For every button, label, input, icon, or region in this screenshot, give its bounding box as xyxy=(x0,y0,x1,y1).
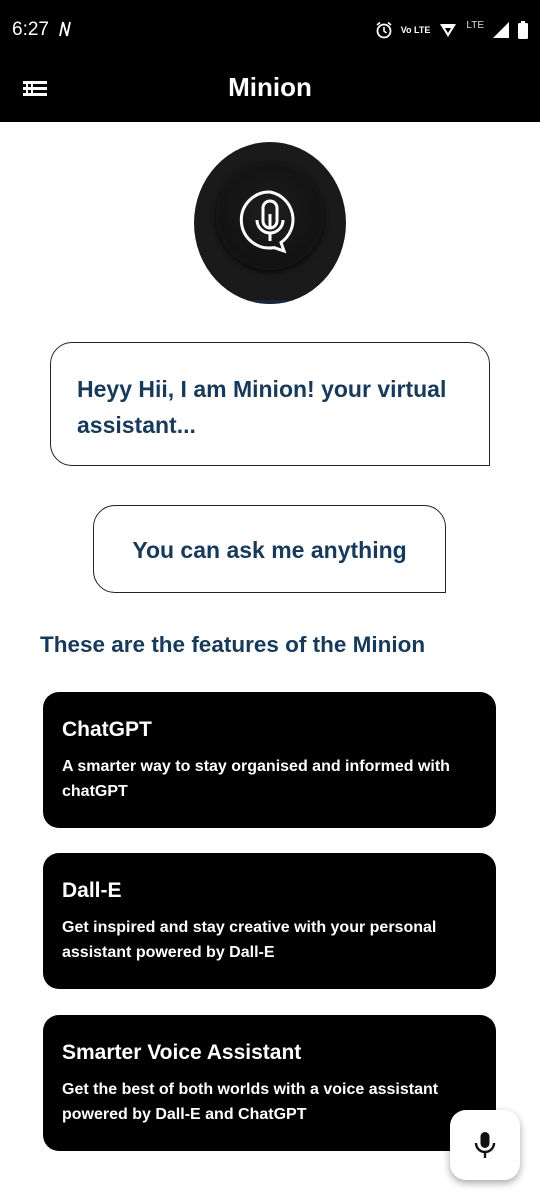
signal-icon xyxy=(493,22,509,38)
feature-card-description: Get inspired and stay creative with your… xyxy=(62,919,437,961)
avatar-glow xyxy=(234,300,304,304)
notification-n-icon xyxy=(59,21,71,37)
microphone-icon xyxy=(474,1132,496,1158)
feature-card-title: ChatGPT xyxy=(62,718,152,741)
features-heading: These are the features of the Minion xyxy=(40,632,426,657)
volte-badge: Vo LTE xyxy=(400,25,431,35)
alarm-icon xyxy=(376,21,392,39)
feature-card-description: A smarter way to stay organised and info… xyxy=(62,758,450,800)
feature-card-chatgpt[interactable]: ChatGPT A smarter way to stay organised … xyxy=(43,692,496,828)
assistant-avatar xyxy=(194,142,346,304)
status-time: 6:27 xyxy=(12,19,49,40)
feature-card-title: Dall-E xyxy=(62,879,122,902)
app-title: Minion xyxy=(228,72,312,102)
feature-card-smarter-voice-assistant[interactable]: Smarter Voice Assistant Get the best of … xyxy=(43,1015,496,1151)
microphone-chat-icon xyxy=(239,190,295,254)
greeting-bubble: Heyy Hii, I am Minion! your virtual assi… xyxy=(50,342,490,466)
status-bar: 6:27 Vo LTE LTE xyxy=(0,0,540,60)
app-bar: Minion xyxy=(0,60,540,122)
network-type: LTE xyxy=(466,19,484,31)
status-icons: Vo LTE LTE xyxy=(375,18,528,42)
feature-card-dall-e[interactable]: Dall-E Get inspired and stay creative wi… xyxy=(43,853,496,989)
battery-icon xyxy=(518,21,528,39)
feature-card-title: Smarter Voice Assistant xyxy=(62,1041,302,1064)
feature-card-description: Get the best of both worlds with a voice… xyxy=(62,1081,439,1123)
microphone-button[interactable] xyxy=(450,1110,520,1180)
suggestion-bubble: You can ask me anything xyxy=(93,505,446,593)
data-saver-icon xyxy=(440,24,457,37)
